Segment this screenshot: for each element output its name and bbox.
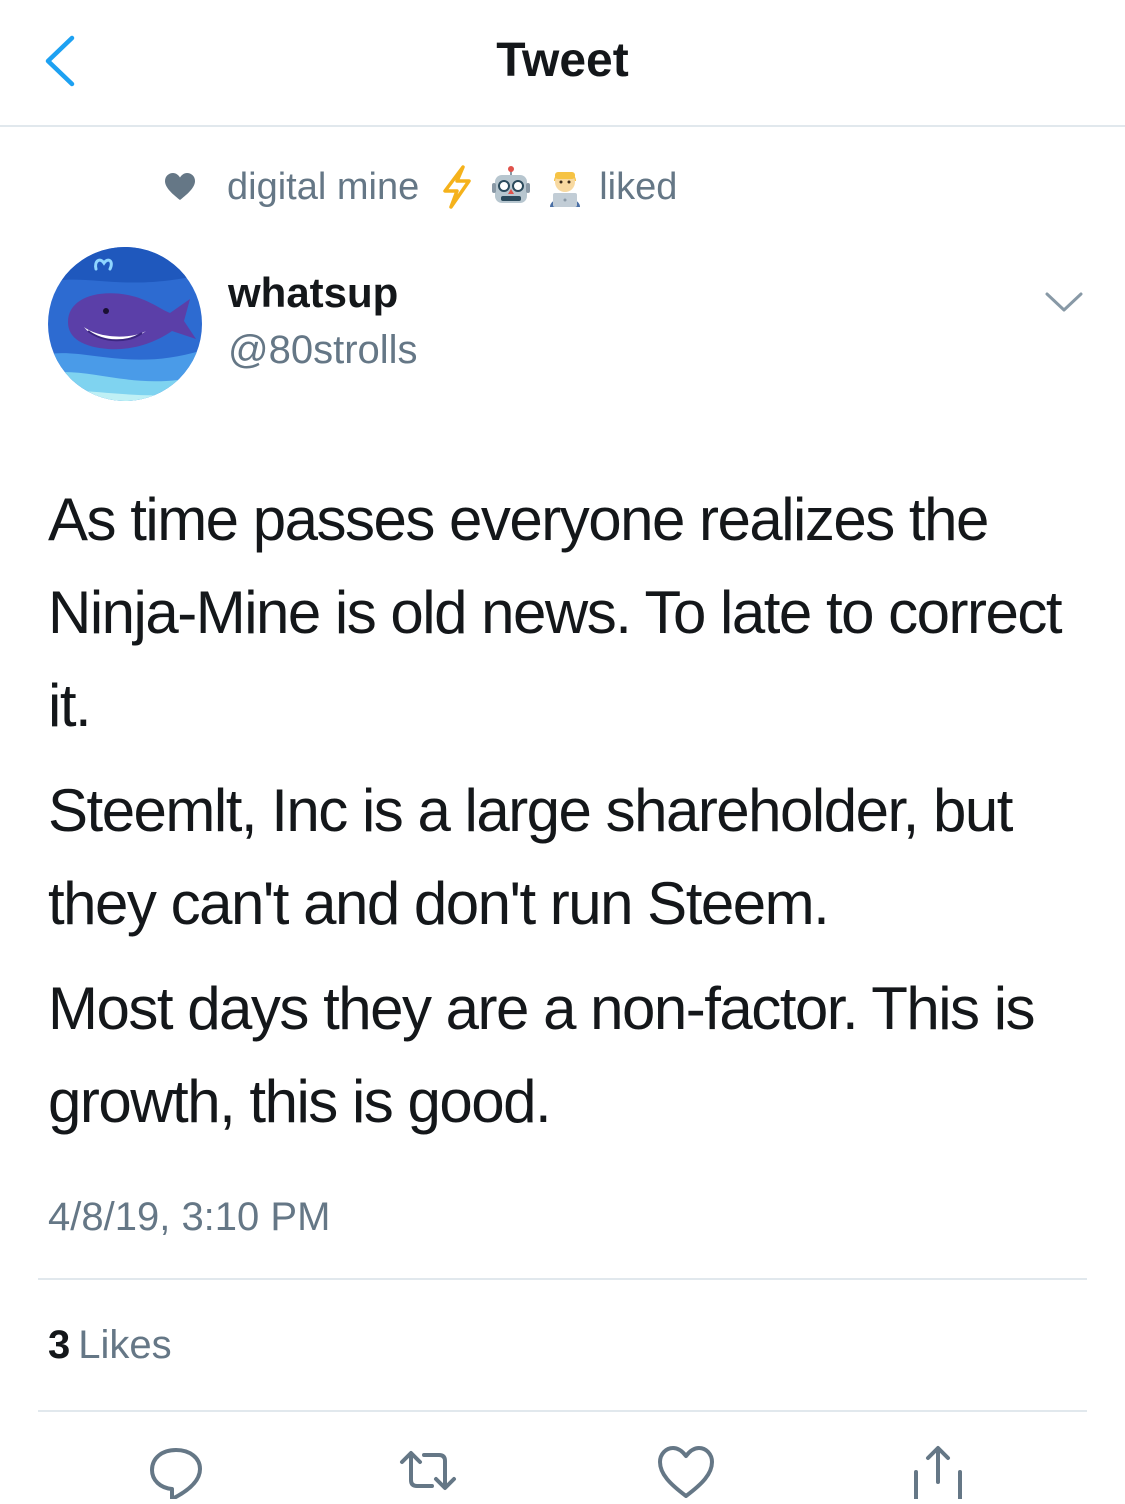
tweet-timestamp: 4/8/19, 3:10 PM [48,1195,331,1239]
share-icon [914,1446,962,1501]
tweet-paragraph: Most days they are a non-factor. This is… [48,975,1036,1135]
retweet-button[interactable] [398,1442,458,1499]
tweet-text: As time passes everyone realizes the Nin… [48,473,1088,1160]
likes-count-link[interactable]: 3 Likes [48,1320,172,1370]
author-handle[interactable]: @80strolls [228,326,418,374]
retweet-icon [400,1451,456,1490]
like-button[interactable] [656,1442,716,1499]
reply-button[interactable] [146,1442,206,1501]
more-options-button[interactable] [1044,290,1084,314]
lightning-emoji [443,165,471,209]
like-icon [658,1446,714,1498]
share-button[interactable] [908,1442,968,1501]
reply-icon [150,1448,202,1501]
liked-label: liked [599,165,678,208]
tweet-paragraph: Steemlt, Inc is a large shareholder, but… [48,777,1013,937]
navigation-bar: Tweet [0,0,1125,127]
technologist-emoji [550,172,581,207]
likes-label: Likes [78,1323,172,1367]
chevron-down-icon [1045,292,1083,312]
liker-name: digital mine [227,165,420,208]
divider [38,1278,1087,1280]
author-display-name[interactable]: whatsup [228,268,398,318]
avatar[interactable] [48,247,202,401]
page-title: Tweet [496,34,629,87]
tweet-paragraph: As time passes everyone realizes the Nin… [48,486,1063,739]
social-context[interactable]: digital mine liked [165,165,677,209]
divider [38,1410,1087,1412]
robot-emoji [492,166,531,203]
likes-count: 3 [48,1323,71,1367]
whale-avatar [48,247,202,401]
heart-icon [165,173,195,200]
